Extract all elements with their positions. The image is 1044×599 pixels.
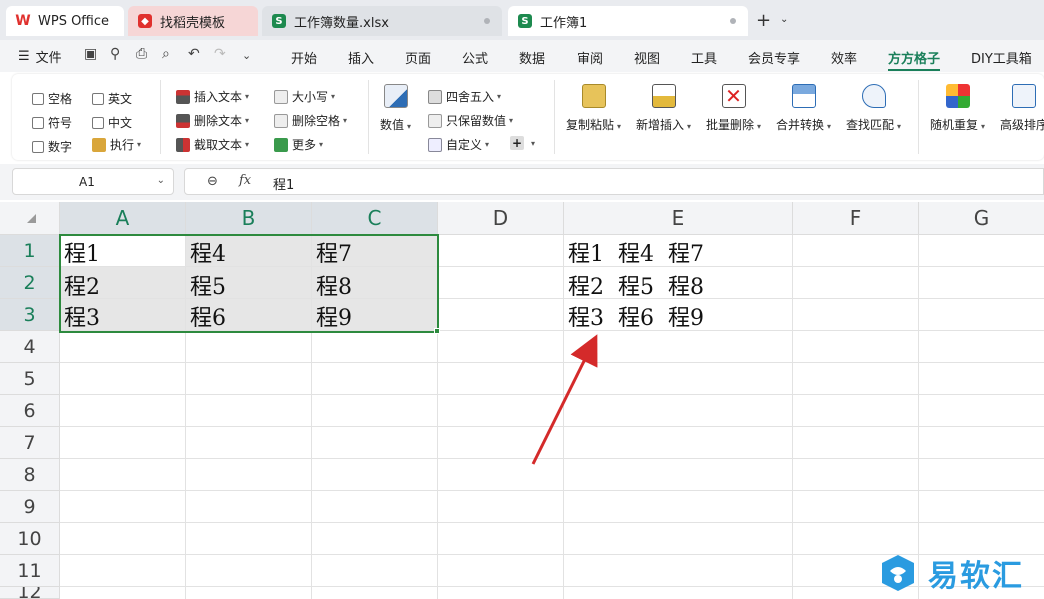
annotation-arrow bbox=[531, 334, 598, 465]
watermark-text: 易软汇 bbox=[928, 558, 1024, 594]
watermark: 易软汇 bbox=[872, 546, 1044, 599]
arrow-line bbox=[531, 334, 598, 465]
watermark-logo-icon bbox=[882, 554, 914, 591]
